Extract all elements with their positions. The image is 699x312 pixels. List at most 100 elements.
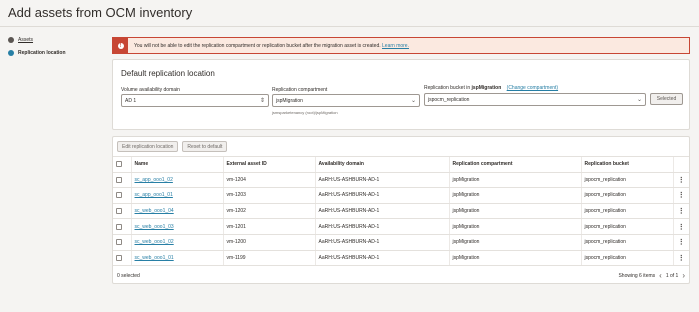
step-assets[interactable]: Assets bbox=[8, 35, 108, 45]
chevron-down-icon: ⌄ bbox=[410, 98, 416, 104]
showing-count: Showing 6 items bbox=[618, 272, 656, 279]
ad-label: Volume availability domain bbox=[121, 87, 180, 93]
warning-alert: ! You will not be able to edit the repli… bbox=[112, 37, 690, 54]
asset-compartment: jspMigration bbox=[448, 203, 581, 220]
ad-value: AD 1 bbox=[125, 97, 137, 104]
asset-id: vm-1201 bbox=[222, 218, 315, 235]
pagination: Showing 6 items ‹ 1 of 1 › bbox=[618, 271, 685, 280]
bucket-label-prefix: Replication bucket in bbox=[424, 85, 471, 91]
chevron-down-icon: ⌄ bbox=[636, 97, 642, 103]
selected-button[interactable]: Selected bbox=[650, 93, 683, 105]
assets-table-card: Edit replication location Reset to defau… bbox=[112, 136, 690, 284]
asset-compartment: jspMigration bbox=[448, 187, 581, 204]
table-row: sc_web_ooo1_04 vm-1202 AaRH:US-ASHBURN-A… bbox=[113, 203, 689, 220]
asset-compartment: jspMigration bbox=[448, 172, 581, 189]
row-checkbox[interactable] bbox=[116, 207, 122, 214]
bucket-value: jspocm_replication bbox=[428, 96, 470, 103]
column-header-availability-domain[interactable]: Availability domain bbox=[314, 156, 449, 173]
step-done-icon bbox=[8, 37, 14, 43]
table-row: sc_web_ooo1_01 vm-1199 AaRH:US-ASHBURN-A… bbox=[113, 250, 689, 267]
table-row: sc_web_ooo1_03 vm-1201 AaRH:US-ASHBURN-A… bbox=[113, 218, 689, 235]
kebab-menu-icon[interactable]: ⋮ bbox=[672, 187, 689, 204]
reset-to-default-button[interactable]: Reset to default bbox=[182, 141, 228, 152]
compartment-label: Replication compartment bbox=[272, 87, 328, 93]
bucket-label-compartment: jspMigration bbox=[471, 85, 502, 91]
row-checkbox[interactable] bbox=[116, 176, 122, 183]
page-info: 1 of 1 bbox=[665, 272, 679, 279]
section-title: Default replication location bbox=[121, 69, 215, 78]
asset-bucket: jspocm_replication bbox=[580, 203, 673, 220]
asset-bucket: jspocm_replication bbox=[580, 218, 673, 235]
table-row: sc_app_ooo1_01 vm-1203 AaRH:US-ASHBURN-A… bbox=[113, 187, 689, 204]
bucket-select[interactable]: jspocm_replication ⌄ bbox=[424, 93, 646, 106]
ad-select[interactable]: AD 1 ⇕ bbox=[121, 94, 269, 107]
selected-count: 0 selected bbox=[117, 272, 140, 279]
compartment-select[interactable]: jspMigration ⌄ bbox=[272, 94, 420, 107]
default-replication-card: Default replication location Volume avai… bbox=[112, 59, 690, 130]
asset-availability-domain: AaRH:US-ASHBURN-AD-1 bbox=[314, 203, 449, 220]
asset-name-link[interactable]: sc_app_ooo1_01 bbox=[135, 192, 173, 198]
select-all-checkbox[interactable] bbox=[116, 161, 122, 168]
chevron-left-icon[interactable]: ‹ bbox=[659, 271, 662, 280]
alert-message: You will not be able to edit the replica… bbox=[134, 42, 381, 49]
asset-name-link[interactable]: sc_web_ooo1_02 bbox=[135, 239, 174, 245]
column-header-external-id[interactable]: External asset ID bbox=[222, 156, 315, 173]
row-checkbox[interactable] bbox=[116, 254, 122, 261]
column-header-compartment[interactable]: Replication compartment bbox=[448, 156, 581, 173]
kebab-menu-icon[interactable]: ⋮ bbox=[672, 203, 689, 220]
chevron-updown-icon: ⇕ bbox=[259, 98, 265, 104]
asset-id: vm-1200 bbox=[222, 234, 315, 251]
page-title: Add assets from OCM inventory bbox=[8, 5, 193, 20]
column-header-actions bbox=[672, 156, 689, 173]
change-compartment-link[interactable]: (Change compartment) bbox=[507, 85, 558, 91]
step-replication-location: Replication location bbox=[8, 48, 108, 58]
kebab-menu-icon[interactable]: ⋮ bbox=[672, 172, 689, 189]
asset-compartment: jspMigration bbox=[448, 250, 581, 267]
asset-name-link[interactable]: sc_app_ooo1_02 bbox=[135, 177, 173, 183]
asset-name-link[interactable]: sc_web_ooo1_04 bbox=[135, 208, 174, 214]
table-row: sc_web_ooo1_02 vm-1200 AaRH:US-ASHBURN-A… bbox=[113, 234, 689, 251]
asset-id: vm-1202 bbox=[222, 203, 315, 220]
asset-id: vm-1199 bbox=[222, 250, 315, 267]
row-checkbox[interactable] bbox=[116, 192, 122, 199]
asset-compartment: jspMigration bbox=[448, 218, 581, 235]
select-all-cell bbox=[113, 156, 131, 173]
row-checkbox[interactable] bbox=[116, 223, 122, 230]
kebab-menu-icon[interactable]: ⋮ bbox=[672, 234, 689, 251]
bucket-label: Replication bucket in jspMigration (Chan… bbox=[424, 85, 558, 91]
asset-name-link[interactable]: sc_web_ooo1_01 bbox=[135, 255, 174, 261]
step-replication-label: Replication location bbox=[18, 50, 66, 56]
column-header-name[interactable]: Name bbox=[130, 156, 223, 173]
table-footer: 0 selected Showing 6 items ‹ 1 of 1 › bbox=[113, 268, 689, 283]
table-body: sc_app_ooo1_02 vm-1204 AaRH:US-ASHBURN-A… bbox=[113, 172, 689, 267]
learn-more-link[interactable]: Learn more. bbox=[382, 43, 409, 49]
row-checkbox[interactable] bbox=[116, 239, 122, 246]
asset-availability-domain: AaRH:US-ASHBURN-AD-1 bbox=[314, 218, 449, 235]
title-divider bbox=[0, 26, 699, 27]
kebab-menu-icon[interactable]: ⋮ bbox=[672, 218, 689, 235]
assets-table: Name External asset ID Availability doma… bbox=[113, 156, 689, 267]
step-assets-link[interactable]: Assets bbox=[18, 37, 33, 43]
asset-bucket: jspocm_replication bbox=[580, 172, 673, 189]
asset-compartment: jspMigration bbox=[448, 234, 581, 251]
table-header-row: Name External asset ID Availability doma… bbox=[113, 156, 689, 173]
chevron-right-icon[interactable]: › bbox=[682, 271, 685, 280]
warning-icon: ! bbox=[113, 38, 128, 53]
edit-replication-location-button[interactable]: Edit replication location bbox=[117, 141, 179, 152]
asset-id: vm-1204 bbox=[222, 172, 315, 189]
table-toolbar: Edit replication location Reset to defau… bbox=[117, 141, 228, 152]
asset-availability-domain: AaRH:US-ASHBURN-AD-1 bbox=[314, 234, 449, 251]
step-current-icon bbox=[8, 50, 14, 56]
compartment-value: jspMigration bbox=[276, 97, 303, 104]
compartment-path: jsmsparketenancy (root)/jspMigration bbox=[272, 110, 338, 115]
asset-availability-domain: AaRH:US-ASHBURN-AD-1 bbox=[314, 250, 449, 267]
column-header-bucket[interactable]: Replication bucket bbox=[580, 156, 673, 173]
asset-bucket: jspocm_replication bbox=[580, 187, 673, 204]
asset-bucket: jspocm_replication bbox=[580, 234, 673, 251]
asset-availability-domain: AaRH:US-ASHBURN-AD-1 bbox=[314, 172, 449, 189]
asset-id: vm-1203 bbox=[222, 187, 315, 204]
kebab-menu-icon[interactable]: ⋮ bbox=[672, 250, 689, 267]
wizard-steps: Assets Replication location bbox=[8, 35, 108, 61]
asset-availability-domain: AaRH:US-ASHBURN-AD-1 bbox=[314, 187, 449, 204]
asset-name-link[interactable]: sc_web_ooo1_03 bbox=[135, 224, 174, 230]
